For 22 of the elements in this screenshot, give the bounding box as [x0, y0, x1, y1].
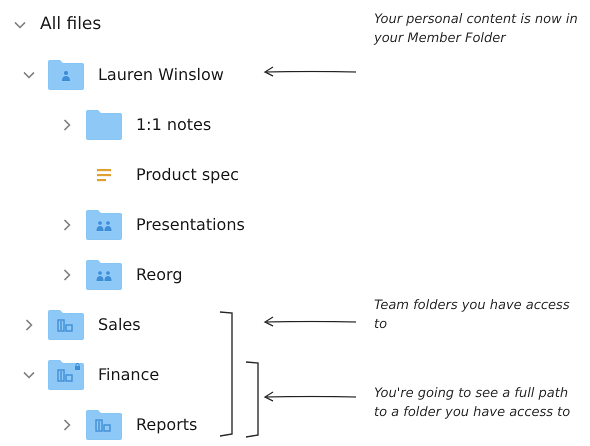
tree-item[interactable]: Finance — [98, 363, 160, 387]
arrow-icon — [263, 390, 357, 404]
tree-item[interactable]: Lauren Winslow — [98, 63, 224, 87]
building-folder-icon — [48, 310, 84, 340]
people-folder-icon — [86, 260, 122, 290]
arrow-icon — [263, 65, 357, 79]
tree-root[interactable]: All files — [40, 12, 102, 38]
person-folder-icon — [48, 60, 84, 90]
tree-item[interactable]: 1:1 notes — [136, 113, 212, 137]
arrow-icon — [263, 315, 357, 329]
tree-item[interactable]: Product spec — [136, 163, 239, 187]
tree-item[interactable]: Reorg — [136, 263, 182, 287]
building-folder-icon — [86, 410, 122, 440]
tree-item[interactable]: Reports — [136, 413, 198, 437]
people-folder-icon — [86, 210, 122, 240]
folder-icon — [86, 110, 122, 140]
tree-item[interactable]: Sales — [98, 313, 141, 337]
tree-item[interactable]: Presentations — [136, 213, 245, 237]
locked-folder-icon — [48, 360, 84, 390]
annotation-note: Your personal content is now in your Member Folder — [374, 11, 579, 48]
annotation-note: Team folders you have access to — [374, 297, 571, 334]
annotation-note: You're going to see a full path to a folder you have access to — [374, 385, 572, 422]
